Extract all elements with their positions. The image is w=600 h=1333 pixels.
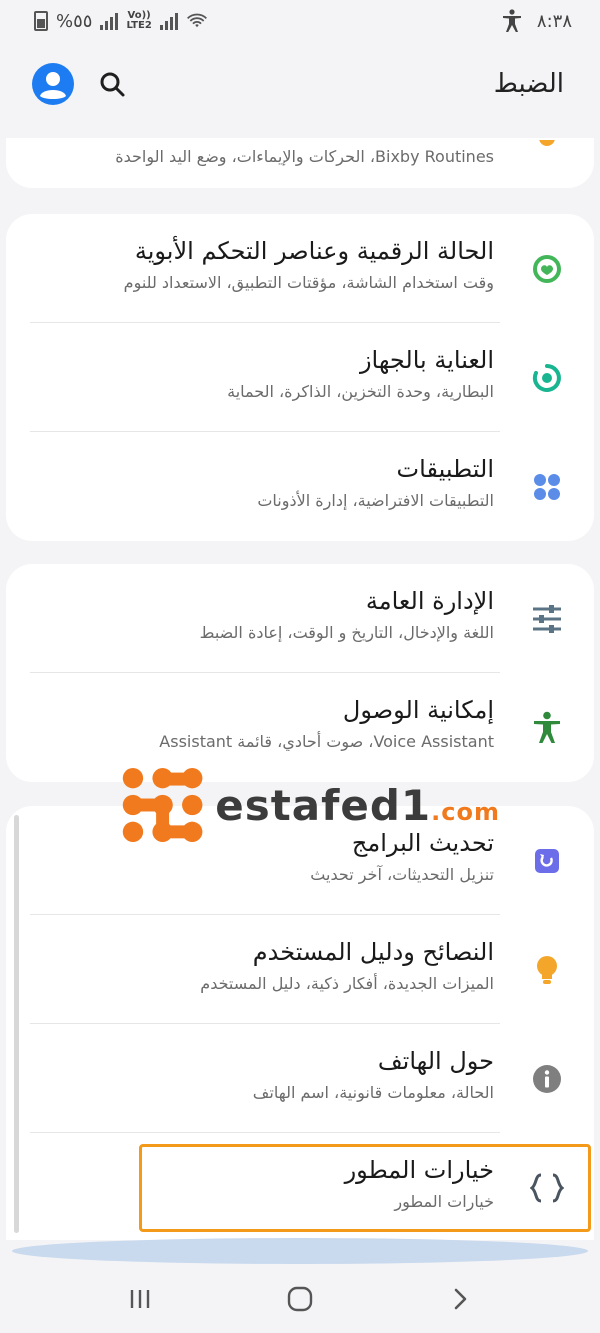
clock: ٨:٣٨ bbox=[536, 10, 572, 32]
software-update-icon bbox=[522, 836, 572, 886]
settings-item-title: الحالة الرقمية وعناصر التحكم الأبوية bbox=[134, 237, 494, 265]
status-bar: %٥٥ Vo)) LTE2 ٨:٣٨ bbox=[0, 0, 600, 42]
accessibility-icon bbox=[522, 703, 572, 753]
status-bar-right: ٨:٣٨ bbox=[501, 9, 572, 33]
app-header: الضبط bbox=[0, 52, 600, 116]
lightbulb-icon bbox=[522, 945, 572, 995]
apps-icon bbox=[522, 462, 572, 512]
recent-apps-button[interactable] bbox=[120, 1279, 160, 1319]
settings-item-digital-wellbeing[interactable]: الحالة الرقمية وعناصر التحكم الأبوية وقت… bbox=[6, 214, 594, 323]
settings-item-subtitle: تنزيل التحديثات، آخر تحديث bbox=[310, 865, 494, 884]
settings-item-subtitle: البطارية، وحدة التخزين، الذاكرة، الحماية bbox=[227, 382, 494, 401]
watermark-text: estafed1.com bbox=[215, 780, 500, 830]
battery-level: %٥٥ bbox=[56, 10, 93, 32]
lightbulb-partial-icon bbox=[522, 140, 572, 154]
back-chevron-icon bbox=[454, 1288, 467, 1309]
watermark-logo-icon bbox=[122, 767, 203, 843]
settings-item-title: التطبيقات bbox=[396, 455, 494, 483]
settings-item-tips[interactable]: النصائح ودليل المستخدم الميزات الجديدة، … bbox=[6, 915, 594, 1024]
info-icon bbox=[522, 1054, 572, 1104]
settings-item-subtitle: اللغة والإدخال، التاريخ و الوقت، إعادة ا… bbox=[199, 623, 494, 642]
settings-item-subtitle: وقت استخدام الشاشة، مؤقتات التطبيق، الاس… bbox=[123, 273, 494, 292]
settings-card-general: الإدارة العامة اللغة والإدخال، التاريخ و… bbox=[6, 564, 594, 782]
back-button[interactable] bbox=[440, 1279, 480, 1319]
home-button[interactable] bbox=[280, 1279, 320, 1319]
wifi-icon bbox=[186, 13, 207, 28]
settings-item-device-care[interactable]: العناية بالجهاز البطارية، وحدة التخزين، … bbox=[6, 323, 594, 432]
header-actions bbox=[32, 63, 126, 105]
settings-item-general-management[interactable]: الإدارة العامة اللغة والإدخال، التاريخ و… bbox=[6, 564, 594, 673]
settings-item-apps[interactable]: التطبيقات التطبيقات الافتراضية، إدارة ال… bbox=[6, 432, 594, 541]
bottom-fade bbox=[12, 1238, 588, 1264]
accessibility-status-icon bbox=[502, 9, 521, 32]
account-button[interactable] bbox=[32, 63, 74, 105]
settings-item-subtitle: Bixby Routines، الحركات والإيماءات، وضع … bbox=[115, 147, 494, 166]
settings-card-advanced: Bixby Routines، الحركات والإيماءات، وضع … bbox=[6, 138, 594, 188]
settings-item-advanced-features[interactable]: Bixby Routines، الحركات والإيماءات، وضع … bbox=[6, 138, 594, 186]
page-title: الضبط bbox=[493, 69, 564, 99]
settings-item-subtitle: التطبيقات الافتراضية، إدارة الأذونات bbox=[257, 491, 494, 510]
settings-item-about-phone[interactable]: حول الهاتف الحالة، معلومات قانونية، اسم … bbox=[6, 1024, 594, 1133]
sliders-icon bbox=[522, 594, 572, 644]
device-care-icon bbox=[522, 353, 572, 403]
account-icon bbox=[40, 72, 66, 99]
developer-options-highlight bbox=[139, 1144, 591, 1232]
recent-apps-icon bbox=[130, 1289, 150, 1308]
settings-item-title: العناية بالجهاز bbox=[359, 346, 494, 374]
home-icon bbox=[287, 1286, 313, 1311]
settings-item-title: النصائح ودليل المستخدم bbox=[252, 938, 494, 966]
digital-wellbeing-icon bbox=[522, 244, 572, 294]
signal-icon bbox=[100, 12, 119, 30]
settings-item-title: الإدارة العامة bbox=[365, 587, 494, 615]
settings-item-subtitle: الميزات الجديدة، أفكار ذكية، دليل المستخ… bbox=[200, 974, 494, 993]
settings-item-title: إمكانية الوصول bbox=[342, 696, 494, 724]
battery-icon bbox=[34, 11, 48, 31]
search-icon[interactable] bbox=[98, 70, 126, 98]
settings-item-subtitle: Voice Assistant، صوت أحادي، قائمة Assist… bbox=[159, 732, 494, 751]
navigation-bar bbox=[0, 1264, 600, 1333]
scrollbar[interactable] bbox=[14, 815, 19, 1233]
status-bar-left: %٥٥ Vo)) LTE2 bbox=[34, 11, 208, 32]
settings-item-subtitle: الحالة، معلومات قانونية، اسم الهاتف bbox=[252, 1083, 494, 1102]
settings-item-title: حول الهاتف bbox=[377, 1047, 494, 1075]
network-type: Vo)) LTE2 bbox=[126, 10, 152, 31]
signal-icon-2 bbox=[159, 12, 178, 30]
settings-card-wellbeing: الحالة الرقمية وعناصر التحكم الأبوية وقت… bbox=[6, 214, 594, 541]
watermark: estafed1.com bbox=[120, 760, 500, 850]
